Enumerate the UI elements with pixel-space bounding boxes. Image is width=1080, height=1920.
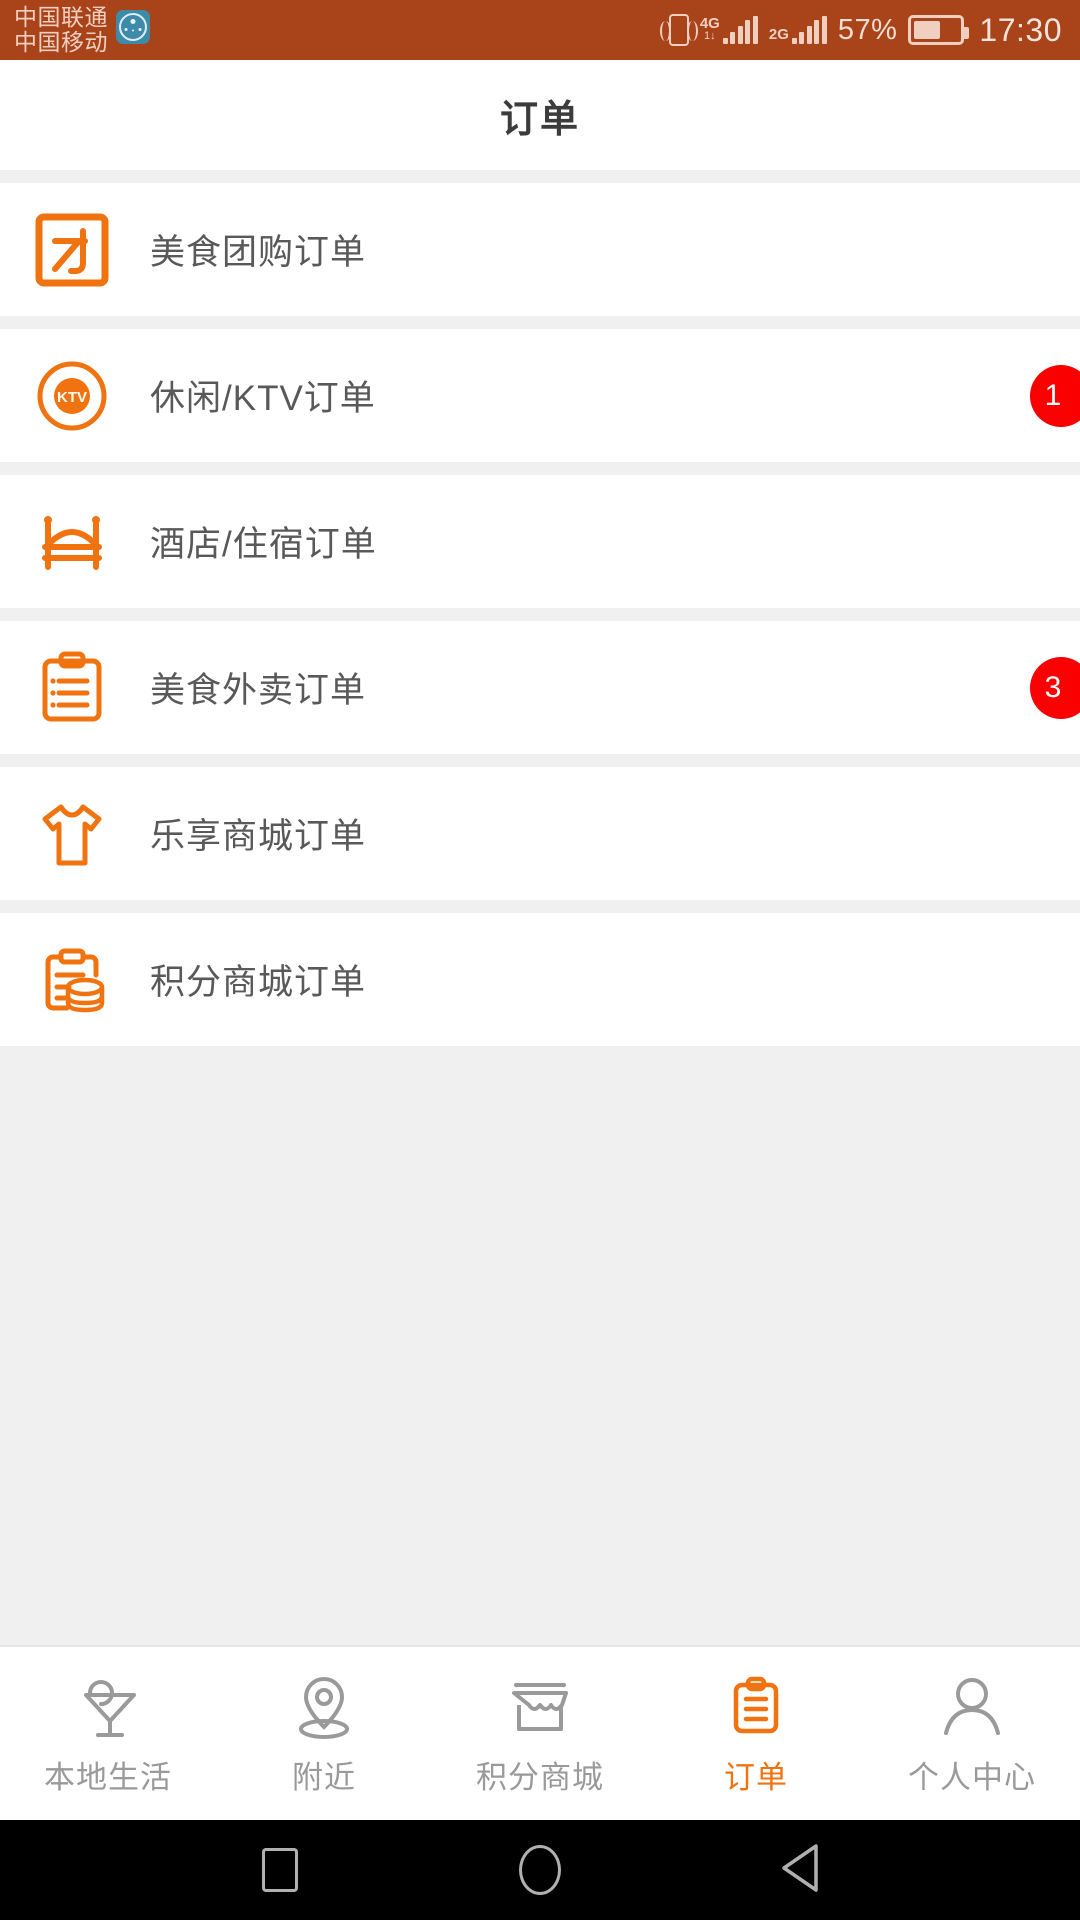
takeout-clipboard-icon: [30, 646, 114, 730]
nav-tab-积分商城[interactable]: 积分商城: [432, 1670, 648, 1797]
page-title: 订单: [499, 98, 580, 141]
order-row-0[interactable]: 美食团购订单: [0, 183, 1080, 316]
order-row-1[interactable]: KTV 休闲/KTV订单 1: [0, 329, 1080, 462]
triangle-back-icon: [776, 1840, 824, 1901]
android-system-nav: [0, 1820, 1080, 1920]
order-row-label: 积分商城订单: [150, 963, 367, 1002]
order-row-label: 乐享商城订单: [150, 817, 367, 856]
carrier-names: 中国联通 中国移动: [14, 6, 108, 54]
ktv-icon: KTV: [30, 354, 114, 438]
network-type-2g: 2G: [768, 26, 789, 43]
unread-badge: 3: [1030, 656, 1080, 719]
back-button[interactable]: [670, 1840, 930, 1901]
signal-4g-group: 4G 1↓: [700, 16, 758, 44]
order-row-label: 酒店/住宿订单: [150, 525, 377, 564]
circle-home-icon: [519, 1845, 561, 1895]
location-pin-icon: [288, 1670, 360, 1744]
tshirt-icon: [30, 792, 114, 876]
status-icons: 4G 1↓ 2G 57% 17:30: [659, 11, 1062, 49]
list-divider: [0, 900, 1080, 913]
order-category-list: 美食团购订单 KTV 休闲/KTV订单 1 酒店/住宿订单 美食外卖订单 3 乐…: [0, 170, 1080, 1046]
nav-tab-label: 订单: [724, 1760, 788, 1795]
status-clock: 17:30: [979, 11, 1062, 48]
network-type-4g: 4G 1↓: [699, 15, 720, 42]
nav-tab-label: 附近: [292, 1760, 356, 1795]
unread-badge: 1: [1030, 364, 1080, 427]
government-app-badge-icon: [116, 10, 150, 44]
person-icon: [936, 1670, 1008, 1744]
battery-percent-label: 57%: [837, 13, 898, 46]
page-header: 订单: [0, 60, 1080, 170]
nav-tab-本地生活[interactable]: 本地生活: [0, 1670, 216, 1797]
signal-2g-group: 2G: [769, 16, 827, 44]
cocktail-icon: [72, 1670, 144, 1744]
list-divider: [0, 316, 1080, 329]
order-row-label: 休闲/KTV订单: [150, 379, 376, 418]
clipboard-icon: [720, 1670, 792, 1744]
status-bar: 中国联通 中国移动 4G 1↓ 2G 57% 17:30: [0, 0, 1080, 60]
order-row-2[interactable]: 酒店/住宿订单: [0, 475, 1080, 608]
carrier-info: 中国联通 中国移动: [14, 6, 150, 54]
carrier-secondary: 中国移动: [14, 29, 108, 55]
points-coins-icon: [30, 938, 114, 1022]
storefront-icon: [504, 1670, 576, 1744]
nav-tab-label: 个人中心: [908, 1760, 1036, 1795]
nav-tab-订单[interactable]: 订单: [648, 1670, 864, 1797]
bottom-navigation-bar: 本地生活 附近 积分商城 订单 个人中心: [0, 1645, 1080, 1820]
hotel-bed-icon: [30, 500, 114, 584]
nav-tab-label: 本地生活: [44, 1760, 172, 1795]
list-divider: [0, 170, 1080, 183]
list-divider: [0, 608, 1080, 621]
order-row-4[interactable]: 乐享商城订单: [0, 767, 1080, 900]
vibrate-icon: [659, 14, 698, 46]
order-row-label: 美食团购订单: [150, 233, 367, 272]
list-divider: [0, 754, 1080, 767]
nav-tab-label: 积分商城: [476, 1760, 604, 1795]
order-row-3[interactable]: 美食外卖订单 3: [0, 621, 1080, 754]
order-row-5[interactable]: 积分商城订单: [0, 913, 1080, 1046]
signal-bars-2g: [791, 16, 827, 44]
nav-tab-附近[interactable]: 附近: [216, 1670, 432, 1797]
order-row-label: 美食外卖订单: [150, 671, 367, 710]
battery-icon: [908, 15, 970, 45]
svg-text:KTV: KTV: [57, 389, 87, 406]
nav-tab-个人中心[interactable]: 个人中心: [864, 1670, 1080, 1797]
home-button[interactable]: [410, 1845, 670, 1895]
recents-button[interactable]: [150, 1848, 410, 1892]
phone-screen: 中国联通 中国移动 4G 1↓ 2G 57% 17:30 订单 美食团购订单 K…: [0, 0, 1080, 1920]
signal-bars-4g: [722, 16, 758, 44]
carrier-primary: 中国联通: [14, 4, 108, 30]
list-divider: [0, 462, 1080, 475]
empty-area: [0, 1046, 1080, 1645]
group-buy-icon: [30, 208, 114, 292]
square-recents-icon: [262, 1848, 298, 1892]
